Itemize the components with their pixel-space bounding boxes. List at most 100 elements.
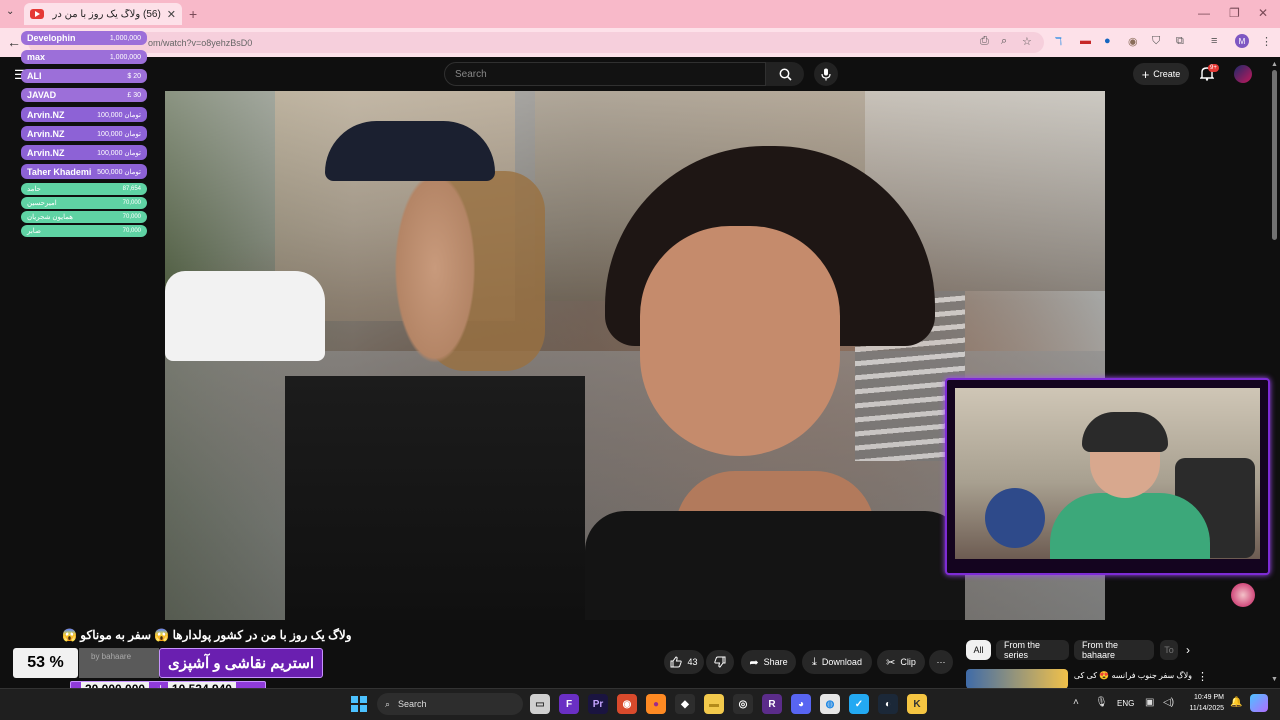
notification-badge: 9+ — [1208, 64, 1219, 72]
like-button[interactable]: 43 — [664, 650, 704, 674]
zoom-icon[interactable]: ⌕ — [1001, 35, 1007, 48]
chips-next-arrow-icon[interactable]: › — [1186, 643, 1190, 657]
donation-row: امیرحسین 70,000 — [21, 197, 147, 209]
app-k-icon[interactable]: K — [907, 694, 927, 714]
clip-label: Clip — [900, 657, 916, 667]
recommended-video-thumbnail[interactable] — [966, 669, 1068, 689]
minimize-icon[interactable]: — — [1198, 6, 1210, 20]
language-indicator[interactable]: ENG — [1117, 699, 1134, 708]
donation-amount: 87,654 — [122, 186, 141, 192]
steam-alt-icon[interactable]: ◎ — [733, 694, 753, 714]
youtube-favicon-icon — [30, 9, 44, 19]
channel-avatar[interactable] — [1234, 65, 1252, 83]
tray-mic-icon[interactable]: 🎙 — [1095, 697, 1108, 708]
file-icon[interactable]: ▭ — [530, 694, 550, 714]
r-app-icon[interactable]: R — [762, 694, 782, 714]
translate-extension-icon[interactable]: ℸ — [1055, 35, 1062, 48]
share-button[interactable]: ➦ Share — [741, 650, 796, 674]
puzzle-icon[interactable]: ⧉ — [1176, 35, 1184, 48]
goal-percent-text: 53 % — [27, 654, 64, 671]
taskbar-clock[interactable]: 10:49 PM 11/14/2025 — [1182, 692, 1224, 714]
search-icon: ⌕ — [385, 698, 391, 709]
donor-name: همایون شجریان — [27, 214, 73, 221]
taskbar-search[interactable]: ⌕ Search — [377, 693, 523, 715]
webcam-headphones — [1082, 412, 1168, 452]
window-close-icon[interactable]: ✕ — [1258, 6, 1268, 20]
windows-start-icon[interactable] — [351, 696, 367, 712]
goal-percent-caption: by bahaare — [79, 648, 159, 678]
tab-close-icon[interactable]: ✕ — [167, 8, 176, 21]
recommended-video-title[interactable]: ولاگ سفر جنوب فرانسه 😍 کی کی ... — [1072, 671, 1192, 680]
tray-chevron-icon[interactable]: ˄ — [1073, 697, 1079, 708]
scroll-up-icon[interactable]: ▲ — [1271, 61, 1278, 68]
chip-all[interactable]: All — [966, 640, 991, 660]
scroll-down-icon[interactable]: ▼ — [1271, 676, 1278, 683]
extension-red-icon[interactable]: ▬ — [1080, 35, 1091, 47]
extension-blue-icon[interactable]: ● — [1104, 35, 1111, 47]
share-label: Share — [763, 657, 788, 667]
chip-from-the-series[interactable]: From the series — [996, 640, 1069, 660]
discord-icon[interactable]: ◕ — [791, 694, 811, 714]
tab-search-icon[interactable]: ⌄ — [6, 6, 14, 17]
install-icon[interactable]: ⎙ — [980, 35, 989, 48]
webcam-feed — [955, 388, 1260, 559]
plus-icon: + — [1141, 66, 1150, 82]
scissors-icon: ✂ — [886, 656, 896, 669]
video-man — [285, 151, 585, 620]
chip-from-the-bahaare[interactable]: From the bahaare — [1074, 640, 1154, 660]
bookmark-star-icon[interactable]: ☆ — [1022, 35, 1032, 48]
url-text: om/watch?v=o8yehzBsD0 — [148, 38, 253, 48]
extension-brown-icon[interactable]: ◉ — [1128, 35, 1138, 48]
steam-icon[interactable]: ◐ — [878, 694, 898, 714]
donor-name: Develophin — [27, 33, 76, 43]
goal-percent-box: 53 % — [13, 648, 78, 678]
donor-name: JAVAD — [27, 90, 57, 100]
voice-search-button[interactable] — [814, 62, 838, 86]
search-button[interactable] — [766, 62, 804, 86]
scrollbar-thumb[interactable] — [1272, 70, 1277, 240]
clip-button[interactable]: ✂ Clip — [877, 650, 925, 674]
shield-icon[interactable]: ⛉ — [1152, 35, 1160, 48]
profile-avatar[interactable]: M — [1235, 34, 1249, 48]
notification-bell-icon[interactable]: 🔔 — [1230, 697, 1242, 708]
restore-icon[interactable]: ❐ — [1229, 6, 1240, 20]
donation-row: Arvin.NZ 100,000 تومان — [21, 145, 147, 160]
donation-amount: 500,000 تومان — [97, 168, 141, 176]
donation-row: Arvin.NZ 100,000 تومان — [21, 126, 147, 141]
like-count: 43 — [687, 657, 698, 667]
folder-icon[interactable]: ▬ — [704, 694, 724, 714]
webcam-plush-toy — [985, 488, 1045, 548]
donor-name: max — [27, 52, 46, 62]
copilot-icon[interactable] — [1250, 694, 1268, 712]
donation-row: صابر 70,000 — [21, 225, 147, 237]
donation-row: ALI $ 20 — [21, 69, 147, 83]
donor-name: امیرحسین — [27, 200, 57, 207]
volume-icon[interactable]: ◁) — [1163, 697, 1174, 708]
donor-name: Arvin.NZ — [27, 147, 65, 158]
search-icon — [779, 68, 792, 81]
chrome-icon[interactable]: ◍ — [820, 694, 840, 714]
thumbs-down-icon — [714, 656, 726, 668]
back-button[interactable]: ← — [7, 34, 21, 50]
new-tab-button[interactable]: + — [189, 6, 197, 22]
browser-tab[interactable]: (56) ولاگ یک روز با من در کشور ✕ — [24, 3, 182, 25]
create-button[interactable]: + Create — [1133, 63, 1189, 85]
donor-name: Arvin.NZ — [27, 109, 65, 120]
vscode-icon[interactable]: ✓ — [849, 694, 869, 714]
premiere-icon[interactable]: Pr — [588, 694, 608, 714]
app-circle-icon[interactable]: ◉ — [617, 694, 637, 714]
chip-to[interactable]: To — [1160, 640, 1178, 660]
more-actions-button[interactable]: ··· — [929, 650, 953, 674]
dislike-button[interactable] — [706, 650, 734, 674]
recommended-more-icon[interactable]: ⋮ — [1197, 670, 1208, 683]
donation-amount: 70,000 — [122, 200, 141, 206]
app-f-icon[interactable]: F — [559, 694, 579, 714]
firefox-icon[interactable]: ● — [646, 694, 666, 714]
search-input[interactable]: Search — [444, 62, 766, 86]
download-button[interactable]: ⤓ Download — [802, 650, 872, 674]
github-icon[interactable]: ◆ — [675, 694, 695, 714]
network-icon[interactable]: ▣ — [1145, 697, 1154, 708]
media-control-icon[interactable]: ≡ — [1211, 35, 1217, 47]
thumbs-up-icon — [670, 656, 683, 668]
browser-menu-icon[interactable]: ⋮ — [1261, 35, 1272, 48]
